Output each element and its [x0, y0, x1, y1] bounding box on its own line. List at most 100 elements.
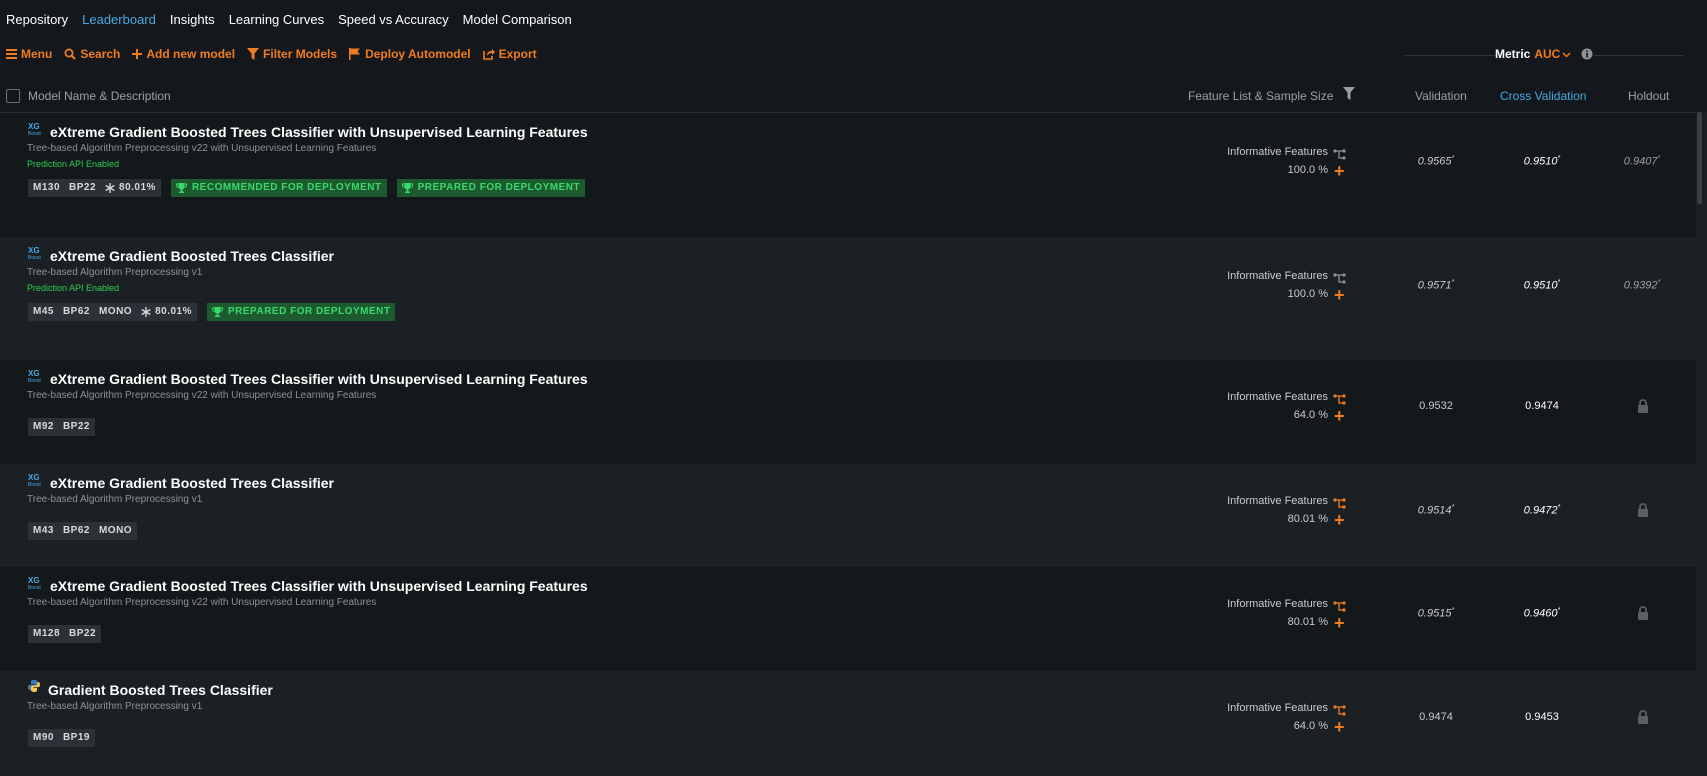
feature-list-name[interactable]: Informative Features — [1227, 391, 1328, 403]
metric-selector[interactable]: Metric AUC — [1495, 47, 1593, 61]
info-icon[interactable] — [1581, 48, 1593, 60]
score-asterisk: * — [1557, 607, 1561, 614]
divider — [1405, 55, 1497, 56]
export-label: Export — [498, 47, 537, 61]
hamburger-icon — [6, 49, 17, 59]
feature-list-name[interactable]: Informative Features — [1227, 495, 1328, 507]
add-sample-size-button[interactable]: + — [1334, 407, 1345, 425]
deploy-automodel-button[interactable]: Deploy Automodel — [349, 47, 471, 61]
table-row[interactable]: Gradient Boosted Trees Classifier Tree-ba… — [0, 671, 1696, 776]
search-label: Search — [80, 47, 121, 61]
feature-list-name[interactable]: Informative Features — [1227, 702, 1328, 714]
model-title[interactable]: eXtreme Gradient Boosted Trees Classifie… — [50, 578, 588, 594]
model-id-badge: M130 BP22 80.01% — [28, 179, 161, 197]
model-description: Tree-based Algorithm Preprocessing v22 w… — [27, 597, 377, 608]
column-header-name[interactable]: Model Name & Description — [28, 89, 171, 103]
menu-button[interactable]: Menu — [6, 47, 52, 61]
lock-icon[interactable] — [1637, 606, 1649, 625]
table-row[interactable]: XG Boost eXtreme Gradient Boosted Trees Cl… — [0, 464, 1696, 567]
xgboost-logo: XG Boost — [27, 472, 45, 488]
model-number: M92 — [33, 421, 54, 432]
score-asterisk: * — [1451, 504, 1455, 511]
model-badges: M128 BP22 — [28, 625, 102, 643]
filter-icon[interactable] — [1343, 87, 1355, 103]
feature-list-name[interactable]: Informative Features — [1227, 146, 1328, 158]
trophy-icon — [401, 183, 413, 193]
metric-value: AUC — [1534, 47, 1561, 61]
deployment-tag: PREPARED FOR DEPLOYMENT — [207, 303, 396, 321]
holdout-score: 0.9407* — [1623, 155, 1661, 168]
model-title[interactable]: eXtreme Gradient Boosted Trees Classifie… — [50, 124, 588, 140]
blueprint-number: BP62 — [62, 525, 90, 536]
export-icon — [482, 48, 495, 60]
column-header-holdout[interactable]: Holdout — [1628, 89, 1669, 103]
validation-score: 0.9514* — [1417, 504, 1455, 517]
tab-insights[interactable]: Insights — [170, 12, 215, 27]
deploy-automodel-label: Deploy Automodel — [365, 47, 471, 61]
model-description: Tree-based Algorithm Preprocessing v1 — [27, 267, 203, 278]
tab-speed-vs-accuracy[interactable]: Speed vs Accuracy — [338, 12, 449, 27]
feature-list-name[interactable]: Informative Features — [1227, 598, 1328, 610]
lock-icon[interactable] — [1637, 503, 1649, 522]
mono-label: MONO — [98, 306, 133, 317]
scrollbar-thumb[interactable] — [1697, 112, 1702, 204]
filter-models-button[interactable]: Filter Models — [247, 47, 337, 61]
score-asterisk: * — [1657, 279, 1661, 286]
column-header-validation[interactable]: Validation — [1415, 89, 1467, 103]
feature-list-name[interactable]: Informative Features — [1227, 270, 1328, 282]
xgboost-logo: XG Boost — [27, 121, 45, 137]
python-logo — [27, 679, 45, 695]
model-number: M128 — [33, 628, 61, 639]
deployment-tag-label: RECOMMENDED FOR DEPLOYMENT — [191, 182, 382, 193]
tab-model-comparison[interactable]: Model Comparison — [463, 12, 572, 27]
table-row[interactable]: XG Boost eXtreme Gradient Boosted Trees Cl… — [0, 237, 1696, 360]
search-icon — [64, 48, 77, 60]
svg-text:XG: XG — [28, 246, 40, 255]
trophy-icon — [212, 307, 223, 317]
table-row[interactable]: XG Boost eXtreme Gradient Boosted Trees Cl… — [0, 113, 1696, 237]
add-sample-size-button[interactable]: + — [1334, 162, 1345, 180]
model-id-badge: M43 BP62 MONO — [28, 522, 138, 540]
table-row[interactable]: XG Boost eXtreme Gradient Boosted Trees Cl… — [0, 567, 1696, 671]
top-nav: Repository Leaderboard Insights Learning… — [0, 0, 586, 38]
tab-learning-curves[interactable]: Learning Curves — [229, 12, 324, 27]
export-button[interactable]: Export — [482, 47, 537, 61]
add-new-model-label: Add new model — [146, 47, 236, 61]
model-description: Tree-based Algorithm Preprocessing v1 — [27, 701, 203, 712]
column-header-feature-list[interactable]: Feature List & Sample Size — [1188, 89, 1333, 103]
mono-label: MONO — [98, 525, 133, 536]
model-title[interactable]: eXtreme Gradient Boosted Trees Classifie… — [50, 371, 588, 387]
lock-icon[interactable] — [1637, 710, 1649, 729]
svg-text:XG: XG — [28, 473, 40, 482]
add-sample-size-button[interactable]: + — [1334, 718, 1345, 736]
menu-label: Menu — [21, 47, 53, 61]
model-id-badge: M92 BP22 — [28, 418, 95, 436]
select-all-checkbox[interactable] — [6, 89, 20, 103]
column-header-cross-validation[interactable]: Cross Validation — [1500, 89, 1586, 103]
model-id-badge: M90 BP19 — [28, 729, 95, 747]
search-button[interactable]: Search — [64, 47, 120, 61]
add-sample-size-button[interactable]: + — [1334, 614, 1345, 632]
cross-validation-score: 0.9510* — [1523, 155, 1561, 168]
sample-size: 64.0 % — [1293, 720, 1328, 732]
add-new-model-button[interactable]: Add new model — [132, 47, 235, 61]
tab-leaderboard[interactable]: Leaderboard — [82, 12, 156, 27]
model-title[interactable]: eXtreme Gradient Boosted Trees Classifie… — [50, 475, 334, 491]
cross-validation-score: 0.9474 — [1525, 400, 1559, 412]
table-row[interactable]: XG Boost eXtreme Gradient Boosted Trees Cl… — [0, 360, 1696, 464]
model-title[interactable]: Gradient Boosted Trees Classifier — [48, 682, 273, 698]
tab-repository[interactable]: Repository — [6, 12, 68, 27]
deployment-tag-label: PREPARED FOR DEPLOYMENT — [228, 306, 391, 317]
score-asterisk: * — [1451, 607, 1455, 614]
scrollbar-track[interactable] — [1696, 112, 1707, 776]
svg-text:Boost: Boost — [28, 255, 41, 261]
score-asterisk: * — [1451, 279, 1455, 286]
add-sample-size-button[interactable]: + — [1334, 286, 1345, 304]
add-sample-size-button[interactable]: + — [1334, 511, 1345, 529]
xgboost-logo: XG Boost — [27, 245, 45, 261]
model-title[interactable]: eXtreme Gradient Boosted Trees Classifie… — [50, 248, 334, 264]
prediction-api-status: Prediction API Enabled — [27, 159, 120, 169]
lock-icon[interactable] — [1637, 399, 1649, 418]
svg-text:Boost: Boost — [28, 378, 41, 384]
blueprint-number: BP19 — [62, 732, 90, 743]
